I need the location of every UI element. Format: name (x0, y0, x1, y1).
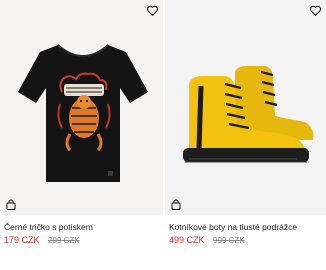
shopping-bag-icon[interactable] (5, 199, 17, 211)
old-price: 999 CZK (213, 236, 245, 245)
old-price: 299 CZK (48, 236, 80, 245)
product-card-tshirt[interactable]: Černé tričko s potiskem 179 CZK 299 CZK (0, 0, 163, 270)
product-name[interactable]: Černé tričko s potiskem (4, 222, 93, 232)
tshirt-image (18, 44, 148, 182)
heart-icon[interactable] (146, 4, 159, 17)
boots-image (183, 66, 314, 163)
heart-icon[interactable] (309, 4, 322, 17)
product-name[interactable]: Kotníkové boty na tlusté podrážce (169, 222, 297, 232)
product-image-boots[interactable] (165, 0, 326, 215)
price-row: 179 CZK 299 CZK (4, 235, 80, 245)
shopping-bag-icon[interactable] (170, 199, 182, 211)
product-card-boots[interactable]: Kotníkové boty na tlusté podrážce 499 CZ… (165, 0, 326, 270)
current-price: 499 CZK (169, 235, 205, 245)
price-row: 499 CZK 999 CZK (169, 235, 245, 245)
current-price: 179 CZK (4, 235, 40, 245)
product-image-tshirt[interactable] (0, 0, 163, 215)
